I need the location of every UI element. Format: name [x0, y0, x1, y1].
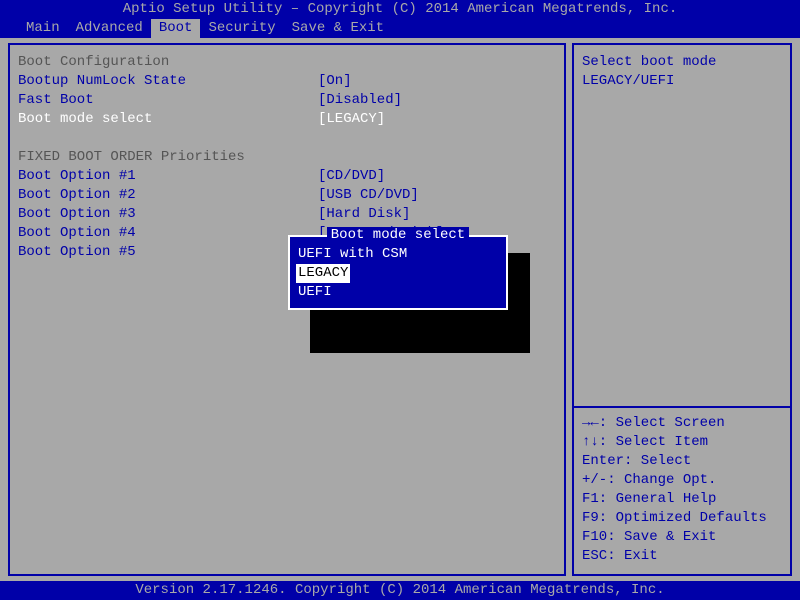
opt-value: [LEGACY]: [318, 110, 385, 129]
main-panel: Boot Configuration Bootup NumLock State …: [8, 43, 566, 576]
section-heading-boot-order: FIXED BOOT ORDER Priorities: [18, 148, 556, 167]
opt-label: Boot Option #4: [18, 224, 318, 243]
menu-main[interactable]: Main: [18, 19, 68, 38]
opt-value: [USB CD/DVD]: [318, 186, 419, 205]
popup-option-uefi-csm[interactable]: UEFI with CSM: [296, 245, 500, 264]
help-line: Select boot mode: [582, 53, 782, 72]
popup-title-text: Boot mode select: [327, 227, 469, 243]
key-hint: F9: Optimized Defaults: [582, 509, 782, 528]
popup-options: UEFI with CSM LEGACY UEFI: [296, 245, 500, 302]
key-hint: F1: General Help: [582, 490, 782, 509]
key-hints: →←: Select Screen ↑↓: Select Item Enter:…: [582, 414, 782, 566]
help-line: LEGACY/UEFI: [582, 72, 782, 91]
popup-option-legacy[interactable]: LEGACY: [296, 264, 350, 283]
section-heading-boot-config: Boot Configuration: [18, 53, 556, 72]
menu-boot[interactable]: Boot: [151, 19, 201, 38]
title-bar: Aptio Setup Utility – Copyright (C) 2014…: [0, 0, 800, 19]
menu-security[interactable]: Security: [200, 19, 283, 38]
opt-fast-boot[interactable]: Fast Boot [Disabled]: [18, 91, 556, 110]
opt-label: Boot Option #2: [18, 186, 318, 205]
bios-screen: Aptio Setup Utility – Copyright (C) 2014…: [0, 0, 800, 600]
popup-title: Boot mode select: [290, 227, 506, 243]
opt-boot-mode-select[interactable]: Boot mode select [LEGACY]: [18, 110, 556, 129]
opt-label: Boot Option #3: [18, 205, 318, 224]
opt-numlock[interactable]: Bootup NumLock State [On]: [18, 72, 556, 91]
side-panel: Select boot mode LEGACY/UEFI →←: Select …: [572, 43, 792, 576]
help-description: Select boot mode LEGACY/UEFI: [582, 53, 782, 402]
key-hint: ESC: Exit: [582, 547, 782, 566]
content-area: Boot Configuration Bootup NumLock State …: [0, 38, 800, 581]
opt-label: Boot Option #5: [18, 243, 318, 262]
menu-advanced[interactable]: Advanced: [68, 19, 151, 38]
boot-option-2[interactable]: Boot Option #2 [USB CD/DVD]: [18, 186, 556, 205]
popup-option-uefi[interactable]: UEFI: [296, 283, 500, 302]
key-hint: Enter: Select: [582, 452, 782, 471]
spacer: [18, 129, 556, 148]
opt-label: Fast Boot: [18, 91, 318, 110]
key-hint: +/-: Change Opt.: [582, 471, 782, 490]
footer-bar: Version 2.17.1246. Copyright (C) 2014 Am…: [0, 581, 800, 600]
boot-option-3[interactable]: Boot Option #3 [Hard Disk]: [18, 205, 556, 224]
opt-value: [Disabled]: [318, 91, 402, 110]
key-hint: →←: Select Screen: [582, 414, 782, 433]
opt-value: [On]: [318, 72, 352, 91]
section-heading-label: FIXED BOOT ORDER Priorities: [18, 148, 245, 167]
opt-label: Boot Option #1: [18, 167, 318, 186]
menu-save-exit[interactable]: Save & Exit: [284, 19, 392, 38]
key-hint: F10: Save & Exit: [582, 528, 782, 547]
menu-bar: Main Advanced Boot Security Save & Exit: [0, 19, 800, 38]
opt-value: [CD/DVD]: [318, 167, 385, 186]
section-heading-label: Boot Configuration: [18, 53, 169, 72]
key-hint: ↑↓: Select Item: [582, 433, 782, 452]
boot-mode-popup: Boot mode select UEFI with CSM LEGACY UE…: [288, 235, 508, 310]
boot-option-1[interactable]: Boot Option #1 [CD/DVD]: [18, 167, 556, 186]
opt-label: Boot mode select: [18, 110, 318, 129]
help-divider: [574, 406, 790, 408]
opt-value: [Hard Disk]: [318, 205, 410, 224]
opt-label: Bootup NumLock State: [18, 72, 318, 91]
